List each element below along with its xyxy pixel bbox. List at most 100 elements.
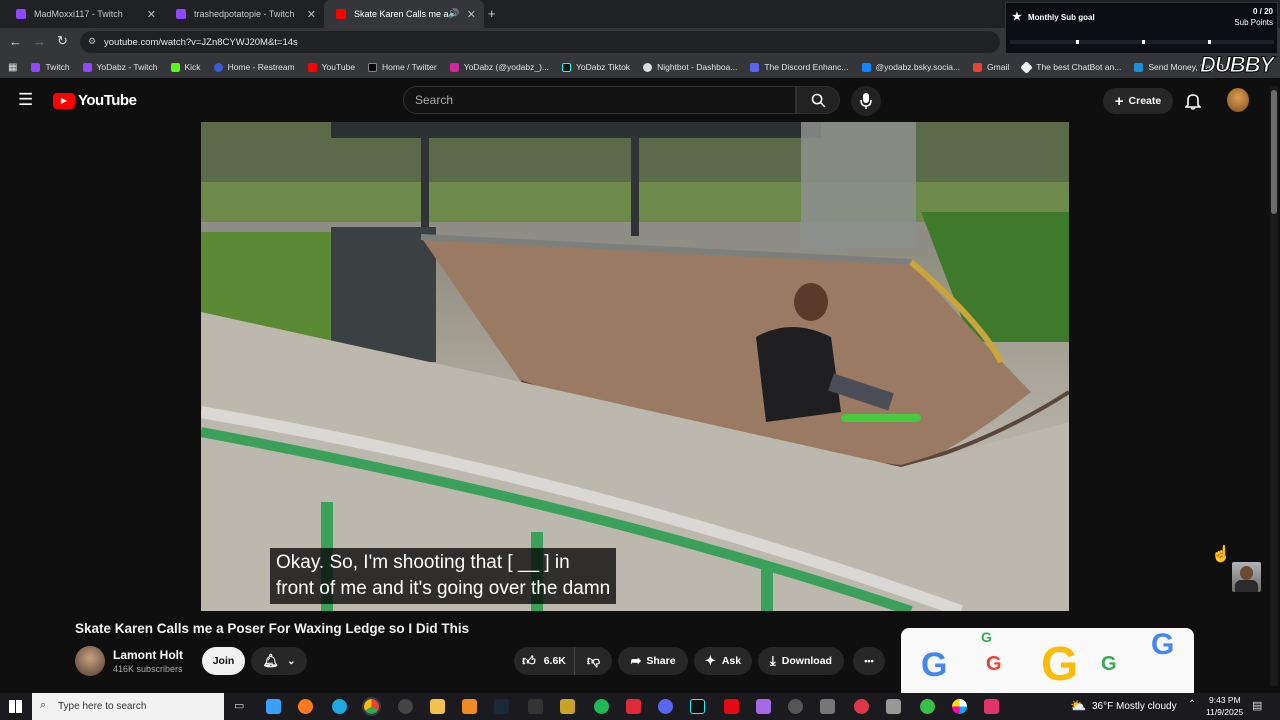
file-explorer-icon[interactable] bbox=[430, 699, 445, 714]
svg-text:G: G bbox=[921, 646, 947, 684]
create-button[interactable]: + Create bbox=[1103, 88, 1173, 114]
bookmark-restream[interactable]: Home - Restream bbox=[213, 62, 295, 72]
webcam-overlay bbox=[1232, 562, 1261, 592]
ask-button[interactable]: ✦ Ask bbox=[694, 647, 752, 675]
edge-icon[interactable] bbox=[332, 699, 347, 714]
svg-text:G: G bbox=[986, 653, 1002, 675]
plus-icon: + bbox=[1114, 92, 1124, 110]
tab-madmoxxi[interactable]: MadMoxxi117 - Twitch ✕ bbox=[4, 0, 164, 28]
bookmark-tiktok[interactable]: YoDabz Tiktok bbox=[562, 62, 630, 72]
sparkle-icon: ✦ bbox=[704, 653, 716, 668]
weather-icon[interactable]: ⛅ bbox=[1070, 698, 1086, 714]
search-button[interactable] bbox=[796, 86, 840, 114]
bookmark-nightbot[interactable]: Nightbot - Dashboa... bbox=[643, 62, 737, 72]
voice-search-button[interactable] bbox=[851, 86, 881, 116]
app-icon[interactable] bbox=[952, 699, 967, 714]
youtube-play-icon: ▶ bbox=[53, 92, 75, 109]
channel-name[interactable]: Lamont Holt bbox=[113, 648, 183, 662]
paypal-icon bbox=[1134, 62, 1144, 72]
close-tab-icon[interactable]: ✕ bbox=[307, 8, 316, 21]
google-logo-pattern: G G G G G G bbox=[921, 628, 1174, 691]
reload-icon[interactable]: ↻ bbox=[57, 33, 68, 49]
bookmark-yodabz-twitch[interactable]: YoDabz - Twitch bbox=[82, 62, 158, 72]
epic-games-icon[interactable] bbox=[528, 699, 543, 714]
app-icon[interactable] bbox=[886, 699, 901, 714]
like-button[interactable]: 👍︎ 6.6K bbox=[514, 647, 574, 675]
bookmark-discord-enhancer[interactable]: The Discord Enhanc... bbox=[750, 62, 849, 72]
goal-progress-bar bbox=[1010, 40, 1274, 44]
netflix-icon[interactable] bbox=[724, 699, 739, 714]
bookmark-chatbot[interactable]: The best ChatBot an... bbox=[1020, 60, 1121, 74]
audio-playing-icon[interactable]: 🔊 bbox=[448, 8, 459, 19]
weather-description[interactable]: Mostly cloudy bbox=[1116, 701, 1177, 712]
app-icon[interactable] bbox=[560, 699, 575, 714]
spotify-icon[interactable] bbox=[594, 699, 609, 714]
address-bar[interactable]: ⚙ youtube.com/watch?v=JZn8CYWJ20M&t=14s bbox=[80, 31, 1000, 53]
download-button[interactable]: ⤓ Download bbox=[758, 647, 844, 675]
new-tab-button[interactable]: + bbox=[488, 6, 496, 21]
bookmark-label: @yodabz.bsky.socia... bbox=[875, 62, 961, 72]
bookmark-label: Home / Twitter bbox=[382, 62, 437, 72]
taskbar-search-input[interactable]: ⌕ Type here to search bbox=[32, 693, 224, 720]
tiktok-live-icon[interactable] bbox=[984, 699, 999, 714]
bookmark-youtube[interactable]: YouTube bbox=[307, 62, 355, 72]
app-icon[interactable] bbox=[756, 699, 771, 714]
twitch-icon bbox=[16, 9, 26, 19]
tab-trashedpotatopie[interactable]: trashedpotatopie - Twitch ✕ bbox=[164, 0, 324, 28]
app-icon[interactable] bbox=[920, 699, 935, 714]
video-player[interactable] bbox=[201, 122, 1069, 611]
page-scrollbar[interactable] bbox=[1270, 86, 1278, 686]
notifications-bell-icon[interactable] bbox=[1185, 92, 1201, 110]
scrollbar-thumb[interactable] bbox=[1271, 90, 1277, 214]
dislike-button[interactable]: 👎︎ bbox=[574, 647, 612, 675]
share-button[interactable]: ➦ Share bbox=[618, 647, 688, 675]
clock-time[interactable]: 9:43 PM bbox=[1209, 695, 1241, 705]
site-info-icon[interactable]: ⚙ bbox=[88, 36, 96, 47]
steam-icon[interactable] bbox=[494, 699, 509, 714]
ask-label: Ask bbox=[721, 655, 742, 667]
share-arrow-icon: ➦ bbox=[630, 653, 642, 668]
apps-grid-icon[interactable]: ▦ bbox=[8, 62, 17, 73]
hamburger-menu-icon[interactable]: ☰ bbox=[18, 90, 33, 110]
bookmark-gmail[interactable]: Gmail bbox=[973, 62, 1009, 72]
subscribed-notifications-button[interactable]: 🔔︎ ⌄ bbox=[251, 647, 307, 675]
app-icon[interactable] bbox=[462, 699, 477, 714]
tiktok-icon[interactable] bbox=[690, 699, 705, 714]
obs-icon[interactable] bbox=[398, 699, 413, 714]
more-actions-button[interactable]: ••• bbox=[853, 647, 885, 675]
app-icon[interactable] bbox=[854, 699, 869, 714]
weather-temperature[interactable]: 36°F bbox=[1092, 701, 1113, 712]
search-input[interactable]: Search bbox=[403, 86, 796, 114]
copilot-icon[interactable] bbox=[266, 699, 281, 714]
chrome-icon[interactable] bbox=[362, 697, 381, 716]
ad-promo-card[interactable]: G G G G G G bbox=[901, 628, 1194, 693]
account-avatar[interactable] bbox=[1227, 88, 1249, 112]
bookmark-kick[interactable]: Kick bbox=[170, 62, 201, 72]
app-icon[interactable] bbox=[820, 699, 835, 714]
youtube-logo[interactable]: ▶ YouTube bbox=[53, 92, 137, 109]
bookmark-bluesky[interactable]: @yodabz.bsky.socia... bbox=[861, 62, 961, 72]
app-icon[interactable] bbox=[626, 699, 641, 714]
forward-arrow-icon[interactable]: → bbox=[33, 34, 46, 49]
tab-youtube-video[interactable]: Skate Karen Calls me a Pose 🔊 ✕ bbox=[324, 0, 484, 28]
bookmark-instagram[interactable]: YoDabz (@yodabz_)... bbox=[449, 62, 549, 72]
close-tab-icon[interactable]: ✕ bbox=[147, 8, 156, 21]
tiktok-icon bbox=[562, 62, 572, 72]
clock-date[interactable]: 11/9/2025 bbox=[1206, 707, 1243, 717]
caption-line: Okay. So, I'm shooting that [ __ ] in bbox=[276, 552, 570, 573]
twitch-icon bbox=[176, 9, 186, 19]
channel-avatar[interactable] bbox=[75, 646, 105, 676]
close-tab-icon[interactable]: ✕ bbox=[467, 8, 476, 21]
chevron-up-icon[interactable]: ⌃ bbox=[1188, 699, 1196, 710]
task-view-icon[interactable]: ▭ bbox=[234, 699, 244, 712]
join-button[interactable]: Join bbox=[202, 647, 245, 675]
settings-gear-icon[interactable] bbox=[788, 699, 803, 714]
bookmark-twitter[interactable]: Home / Twitter bbox=[368, 62, 437, 72]
firefox-icon[interactable] bbox=[298, 699, 313, 714]
notification-center-icon[interactable]: ▤ bbox=[1252, 699, 1262, 712]
back-arrow-icon[interactable]: ← bbox=[9, 34, 22, 49]
windows-start-icon[interactable] bbox=[9, 700, 22, 713]
bookmark-twitch[interactable]: Twitch bbox=[31, 62, 70, 72]
discord-icon[interactable] bbox=[658, 699, 673, 714]
share-label: Share bbox=[646, 655, 676, 667]
